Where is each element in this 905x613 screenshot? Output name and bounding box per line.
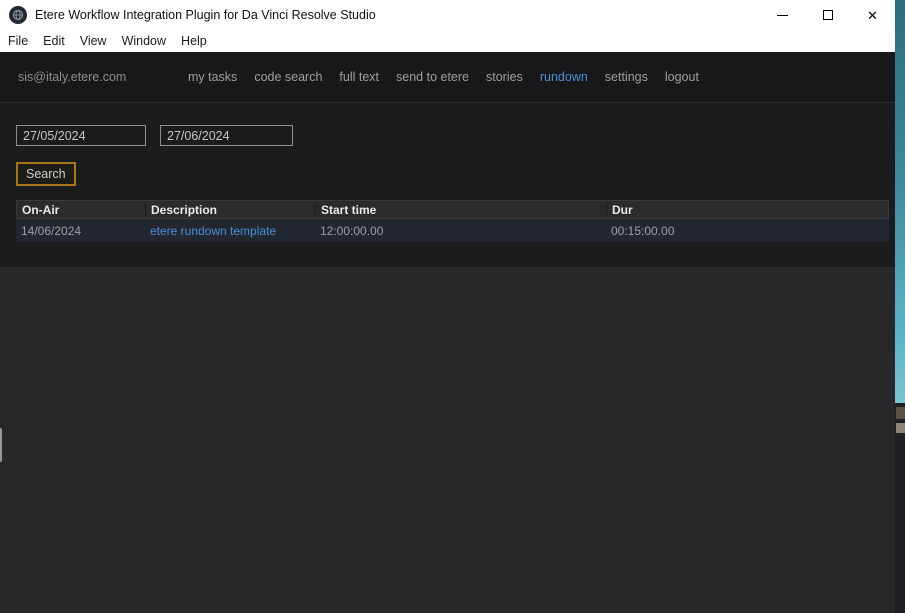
- minimize-button[interactable]: [760, 0, 805, 30]
- globe-icon: [12, 9, 24, 21]
- table-header-row: On-Air Description Start time Dur: [16, 200, 889, 219]
- nav-bar: sis@italy.etere.com my tasks code search…: [0, 52, 895, 103]
- window-controls: ✕: [760, 0, 895, 30]
- cell-on-air: 14/06/2024: [16, 224, 145, 238]
- menu-view[interactable]: View: [80, 34, 107, 48]
- menu-help[interactable]: Help: [181, 34, 207, 48]
- search-button[interactable]: Search: [16, 162, 76, 186]
- screenshot-root: Etere Workflow Integration Plugin for Da…: [0, 0, 905, 613]
- maximize-icon: [823, 10, 833, 20]
- empty-content-area: [0, 267, 895, 613]
- app-window: Etere Workflow Integration Plugin for Da…: [0, 0, 895, 613]
- date-to-input[interactable]: [160, 125, 293, 146]
- background-window-teal-area: [895, 0, 905, 403]
- column-header-start-time[interactable]: Start time: [316, 201, 607, 218]
- close-icon: ✕: [867, 9, 878, 22]
- background-window-fragment: [896, 407, 905, 419]
- nav-item-rundown[interactable]: rundown: [540, 70, 588, 84]
- column-header-description[interactable]: Description: [146, 201, 316, 218]
- maximize-button[interactable]: [805, 0, 850, 30]
- nav-item-send-to-etere[interactable]: send to etere: [396, 70, 469, 84]
- column-header-dur[interactable]: Dur: [607, 201, 888, 218]
- menu-window[interactable]: Window: [122, 34, 166, 48]
- nav-item-logout[interactable]: logout: [665, 70, 699, 84]
- menu-file[interactable]: File: [8, 34, 28, 48]
- rundown-template-link[interactable]: etere rundown template: [150, 224, 276, 238]
- date-from-input[interactable]: [16, 125, 146, 146]
- nav-item-code-search[interactable]: code search: [254, 70, 322, 84]
- app-icon: [9, 6, 27, 24]
- nav-item-full-text[interactable]: full text: [339, 70, 379, 84]
- menu-edit[interactable]: Edit: [43, 34, 65, 48]
- rundown-panel: Search On-Air Description Start time Dur…: [0, 103, 895, 267]
- nav-item-my-tasks[interactable]: my tasks: [188, 70, 237, 84]
- cell-start-time: 12:00:00.00: [315, 224, 606, 238]
- nav-item-stories[interactable]: stories: [486, 70, 523, 84]
- date-filter-row: [16, 125, 895, 146]
- user-email-label: sis@italy.etere.com: [18, 70, 125, 84]
- table-row[interactable]: 14/06/2024 etere rundown template 12:00:…: [16, 219, 889, 243]
- title-bar: Etere Workflow Integration Plugin for Da…: [0, 0, 895, 30]
- minimize-icon: [777, 15, 788, 16]
- cell-dur: 00:15:00.00: [606, 224, 889, 238]
- close-button[interactable]: ✕: [850, 0, 895, 30]
- rundown-table: On-Air Description Start time Dur 14/06/…: [16, 200, 889, 243]
- cell-description: etere rundown template: [145, 224, 315, 238]
- window-title: Etere Workflow Integration Plugin for Da…: [35, 8, 760, 22]
- nav-links: my tasks code search full text send to e…: [188, 70, 699, 84]
- background-window-artifact: [0, 428, 2, 462]
- menu-bar: File Edit View Window Help: [0, 30, 895, 52]
- background-window-sliver: [895, 0, 905, 613]
- nav-item-settings[interactable]: settings: [605, 70, 648, 84]
- background-window-fragment: [896, 423, 905, 433]
- column-header-on-air[interactable]: On-Air: [17, 201, 146, 218]
